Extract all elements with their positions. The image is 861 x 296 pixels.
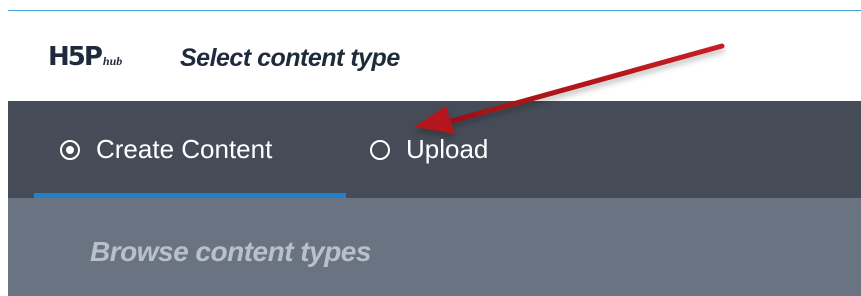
browse-content-types-label: Browse content types [90, 236, 371, 267]
logo-main-text: H5P [48, 42, 103, 72]
tab-upload-label: Upload [406, 134, 489, 164]
radio-unselected-icon[interactable] [370, 139, 390, 160]
panel-title: Select content type [180, 44, 400, 72]
tab-create-content[interactable]: Create Content [36, 101, 346, 198]
radio-selected-icon[interactable] [60, 139, 80, 160]
tab-upload[interactable]: Upload [368, 101, 568, 198]
hub-header: H5P hub Select content type [8, 11, 861, 101]
tab-create-content-label: Create Content [96, 134, 273, 164]
logo-sub-text: hub [102, 54, 123, 68]
h5p-hub-panel: H5P hub Select content type Create Conte… [0, 0, 861, 296]
tab-bar: Create Content Upload [8, 101, 861, 198]
h5p-hub-logo: H5P hub [48, 42, 122, 72]
browse-bar[interactable]: Browse content types [8, 198, 861, 296]
